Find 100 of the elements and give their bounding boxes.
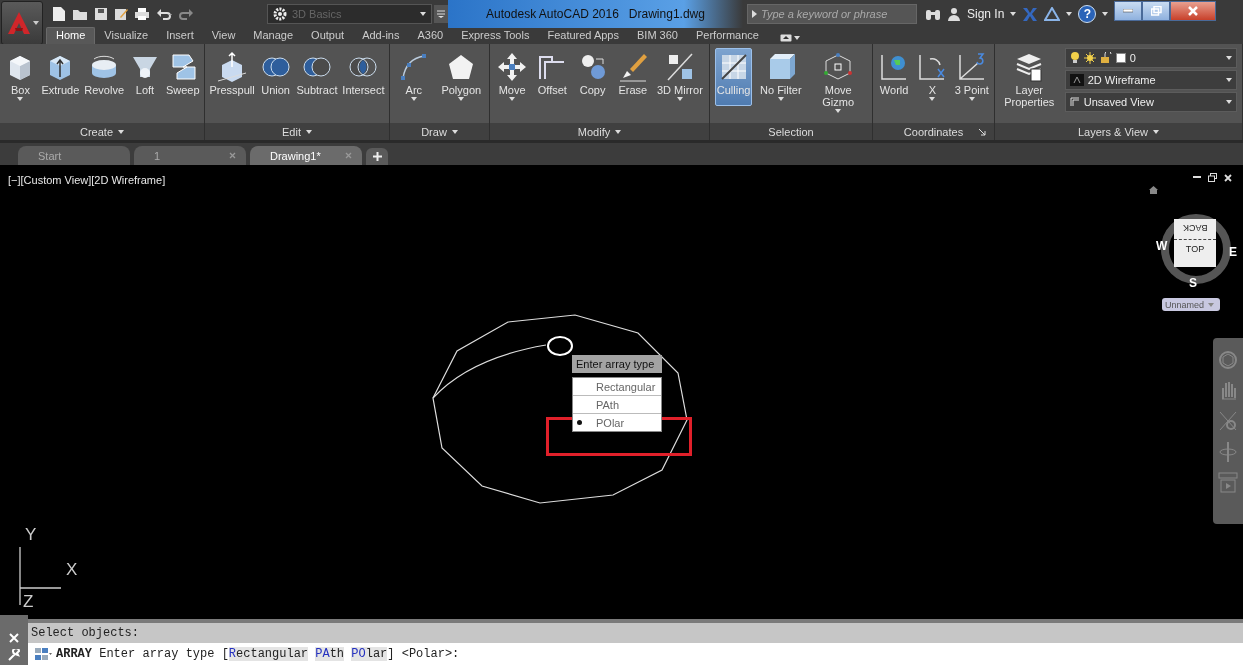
ribbon-tool-button[interactable]: Erase [614,48,651,106]
ribbon-tool-button[interactable]: Union [257,48,294,106]
view-icon [1069,97,1080,107]
menu-option[interactable]: POlar [573,414,661,431]
caret-icon [32,21,39,25]
ribbon-tab[interactable]: BIM 360 [628,28,687,44]
command-menu-icon[interactable] [34,647,52,661]
search-field[interactable]: Type a keyword or phrase [747,4,917,24]
printer-icon[interactable] [134,7,150,21]
circle-grip-icon [545,334,575,358]
menu-option[interactable]: PAth [573,396,661,414]
ribbon-tool-button[interactable]: Sweep [163,48,202,106]
sign-in-link[interactable]: Sign In [967,7,1005,21]
minimize-button[interactable] [1114,1,1143,21]
caret-icon [1102,12,1109,16]
ribbon-tab[interactable]: Performance [686,28,768,44]
visual-style-dropdown[interactable]: 2D Wireframe [1064,70,1237,90]
ribbon-tool-button[interactable]: Extrude [39,48,82,106]
menu-title: Enter array type [572,355,662,373]
application-menu-button[interactable] [1,1,43,45]
ribbon-tool-button[interactable]: 3 Point [952,48,991,106]
axis-label: Z [23,592,34,612]
triangle-logo-icon[interactable] [1044,7,1061,21]
ribbon-tool-button[interactable]: Copy [574,48,611,106]
view-name-dropdown[interactable]: Unnamed [1162,298,1220,311]
view-cube[interactable]: BACK TOP [1174,219,1216,267]
ribbon-tool-button[interactable]: Presspull [207,48,257,106]
ribbon-tool-button[interactable]: No Filter [758,48,804,106]
panel-title: Coordinates [903,125,964,138]
bullet-icon [577,420,582,425]
menu-option[interactable]: Rectangular [573,378,661,396]
caret-icon [420,12,426,16]
restore-icon [1150,6,1162,16]
plus-icon [372,152,382,161]
ribbon-tool-button[interactable]: Loft [126,48,163,106]
compass-label: E [1229,245,1237,259]
layer-dropdown[interactable]: 0 [1064,48,1237,68]
panel-title[interactable]: Create [80,125,124,138]
restore-icon[interactable] [1208,173,1217,182]
panel-title[interactable]: Modify [577,125,622,138]
ribbon-tab[interactable]: Visualize [95,28,158,44]
customize-button[interactable] [434,5,448,23]
minimize-icon [1123,9,1134,13]
ribbon-tool-button[interactable]: 3D Mirror [655,48,705,106]
ribbon-tool-button[interactable]: Polygon [439,48,484,106]
new-file-icon[interactable] [52,6,66,22]
ribbon-tool-button[interactable]: Box [2,48,39,106]
caret-icon [1010,12,1017,16]
launcher-arrow-icon[interactable] [979,129,986,136]
ribbon-tool-button[interactable]: Arc [395,48,432,106]
ribbon-tab[interactable]: Featured Apps [538,28,628,44]
ribbon-tab[interactable]: View [202,28,245,44]
window-title: Autodesk AutoCAD 2016 [486,7,619,21]
ribbon-tool-button[interactable]: Move [494,48,531,106]
wrench-icon[interactable] [8,649,20,661]
cube-arrow-icon [216,51,249,83]
minimize-icon[interactable] [1193,176,1201,179]
command-history-line: Select objects: [31,626,140,640]
panel-title[interactable]: Edit [282,125,312,138]
folder-icon[interactable] [72,7,88,21]
gear-icon [273,7,287,21]
command-prompt: ARRAY Enter array type [Rectangular PAth POlar] <Polar>: [56,647,460,661]
redo-arrow-icon[interactable] [178,7,194,21]
view-dropdown[interactable]: Unsaved View [1064,92,1237,112]
ribbon-tab[interactable]: Home [46,27,96,44]
ribbon-tab[interactable]: Add-ins [353,28,409,44]
axis-label: X [66,560,78,580]
ribbon-tool-button[interactable]: Intersect [340,48,387,106]
logo-icon [5,10,32,36]
caret-icon [1066,12,1073,16]
ribbon-tab[interactable]: A360 [408,28,453,44]
restore-button[interactable] [1142,1,1171,21]
ribbon-tab[interactable]: Insert [157,28,203,44]
document-tab[interactable]: Drawing1* [250,146,362,165]
menu-lines-icon [437,10,445,18]
ucs-axes-icon [19,546,61,606]
ribbon-tool-button[interactable]: Layer Properties [1000,48,1059,111]
undo-arrow-icon[interactable] [156,7,172,21]
ribbon-tool-button[interactable]: X [914,48,951,106]
binoculars-icon[interactable] [925,7,941,21]
new-tab-button[interactable] [366,148,388,165]
compass-label: S [1189,276,1197,290]
disk-pen-icon[interactable] [114,7,128,21]
ribbon-tool-button[interactable]: World [876,48,913,106]
person-icon[interactable] [947,7,961,21]
sun-icon [1083,52,1096,64]
ribbon-tool-button[interactable]: Revolve [82,48,126,106]
axis-label: Y [25,525,37,545]
ribbon-tool-button[interactable]: Move Gizmo [809,48,868,116]
home-icon[interactable] [1149,186,1158,194]
ribbon-tab[interactable]: Express Tools [452,28,539,44]
close-button[interactable] [1170,1,1217,21]
help-button[interactable]: ? [1078,5,1097,23]
ribbon-tab[interactable]: Manage [244,28,303,44]
viewport-label[interactable]: [−][Custom View][2D Wireframe] [8,174,166,186]
ribbon-tool-button[interactable]: Offset [534,48,571,106]
panel-toggle-icon[interactable] [779,33,792,42]
ribbon-tool-button[interactable]: Subtract [294,48,340,106]
ribbon-tab[interactable]: Output [302,28,354,44]
padlock-icon [1099,52,1112,64]
